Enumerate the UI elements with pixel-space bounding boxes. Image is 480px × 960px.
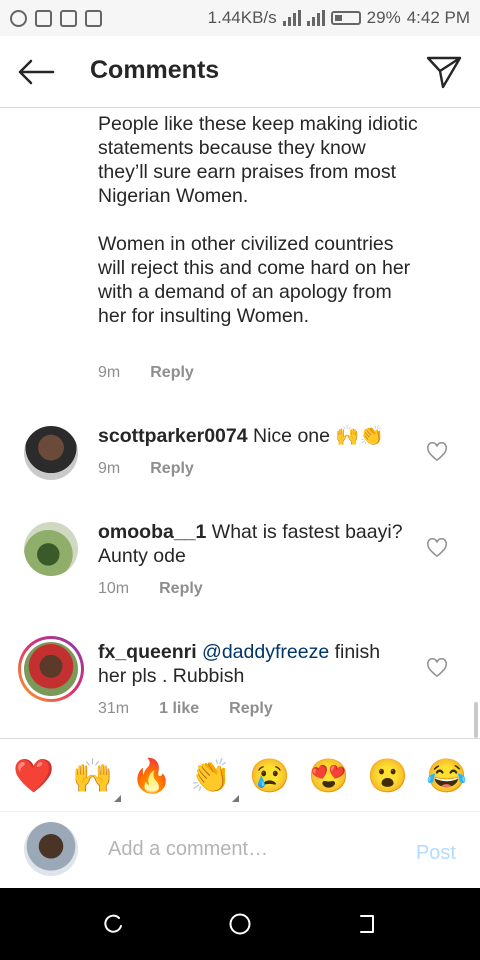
reply-button[interactable]: Reply <box>229 700 273 718</box>
back-nav-button[interactable] <box>347 904 387 944</box>
comment-username[interactable]: fx_queenri <box>98 641 197 663</box>
post-button[interactable]: Post <box>416 842 456 865</box>
current-user-avatar <box>24 822 78 876</box>
comment-meta: 9m Reply <box>98 364 194 382</box>
comment-body: omooba__1 What is fastest baayi? Aunty o… <box>98 520 408 568</box>
reply-button[interactable]: Reply <box>150 460 194 478</box>
status-bar: 1.44KB/s 29% 4:42 PM <box>0 0 480 36</box>
emoji-laughing[interactable]: 😂 <box>425 759 469 792</box>
save-icon <box>85 9 102 27</box>
send-icon <box>426 56 462 89</box>
avatar <box>24 642 78 696</box>
comment-mention[interactable]: @daddyfreeze <box>202 641 329 663</box>
share-button[interactable] <box>422 50 466 94</box>
emoji-heart[interactable]: ❤️ <box>12 759 56 792</box>
skin-tone-indicator-icon <box>113 794 121 802</box>
emoji-fire[interactable]: 🔥 <box>130 759 174 792</box>
comments-list[interactable]: People like these keep making idiotic st… <box>0 108 480 738</box>
clock: 4:42 PM <box>406 8 470 27</box>
avatar[interactable] <box>24 522 78 576</box>
comment-input[interactable] <box>108 838 388 861</box>
header: Comments <box>0 36 480 108</box>
emoji-raising-hands[interactable]: 🙌 <box>71 756 121 802</box>
emoji-heart-eyes[interactable]: 😍 <box>307 759 351 792</box>
emoji-raising-hands-glyph: 🙌 <box>71 756 114 794</box>
scrollbar[interactable] <box>474 702 478 738</box>
lock-icon <box>60 9 77 27</box>
comment-item: scottparker0074 Nice one 🙌👏 9m Reply <box>0 424 480 504</box>
comment-body: fx_queenri @daddyfreeze finish her pls .… <box>98 640 408 688</box>
reply-button[interactable]: Reply <box>150 364 194 382</box>
emoji-clapping-glyph: 👏 <box>189 756 232 794</box>
comment-text: People like these keep making idiotic st… <box>98 113 418 327</box>
notification-icons <box>10 9 102 27</box>
comment-username[interactable]: scottparker0074 <box>98 425 248 447</box>
comment-meta: 9m Reply <box>98 460 194 478</box>
image-icon <box>35 9 52 27</box>
comment-item: fx_queenri @daddyfreeze finish her pls .… <box>0 636 480 730</box>
comment-body: scottparker0074 Nice one 🙌👏 <box>98 424 408 448</box>
emoji-bar: ❤️ 🙌 🔥 👏 😢 😍 😮 😂 <box>0 738 480 812</box>
home-circle-icon <box>229 913 251 935</box>
battery-icon <box>330 11 361 25</box>
avatar[interactable] <box>24 426 78 480</box>
home-button[interactable] <box>220 904 260 944</box>
add-comment-bar: Post <box>0 812 480 888</box>
page-title: Comments <box>90 56 220 84</box>
heart-icon[interactable] <box>426 657 448 679</box>
recents-icon <box>104 914 123 933</box>
skin-tone-indicator-icon <box>231 794 239 802</box>
emoji-crying[interactable]: 😢 <box>248 759 292 792</box>
likes-count[interactable]: 1 like <box>159 700 199 718</box>
network-speed: 1.44KB/s <box>207 8 277 27</box>
comment-item: omooba__1 What is fastest baayi? Aunty o… <box>0 520 480 610</box>
back-nav-icon <box>359 915 374 933</box>
comment-meta: 10m Reply <box>98 580 203 598</box>
signal-icon <box>306 10 325 26</box>
story-avatar[interactable] <box>18 636 84 702</box>
system-nav-bar <box>0 888 480 960</box>
heart-icon[interactable] <box>426 441 448 463</box>
comment-text: Nice one 🙌👏 <box>253 425 384 447</box>
heart-icon[interactable] <box>426 537 448 559</box>
signal-3g-icon <box>282 10 301 26</box>
comment-time: 31m <box>98 700 130 717</box>
emoji-clapping[interactable]: 👏 <box>189 756 239 802</box>
reply-button[interactable]: Reply <box>159 580 203 598</box>
recents-button[interactable] <box>93 904 133 944</box>
comment-meta: 31m 1 like Reply <box>98 700 273 718</box>
battery-level: 29% <box>366 8 401 27</box>
back-button[interactable] <box>14 52 58 92</box>
whatsapp-icon <box>10 9 27 27</box>
comment-time: 10m <box>98 580 130 597</box>
comment-username[interactable]: omooba__1 <box>98 521 206 543</box>
emoji-surprised[interactable]: 😮 <box>366 759 410 792</box>
comment-time: 9m <box>98 364 121 381</box>
arrow-left-icon <box>18 59 55 85</box>
comment-time: 9m <box>98 460 121 477</box>
